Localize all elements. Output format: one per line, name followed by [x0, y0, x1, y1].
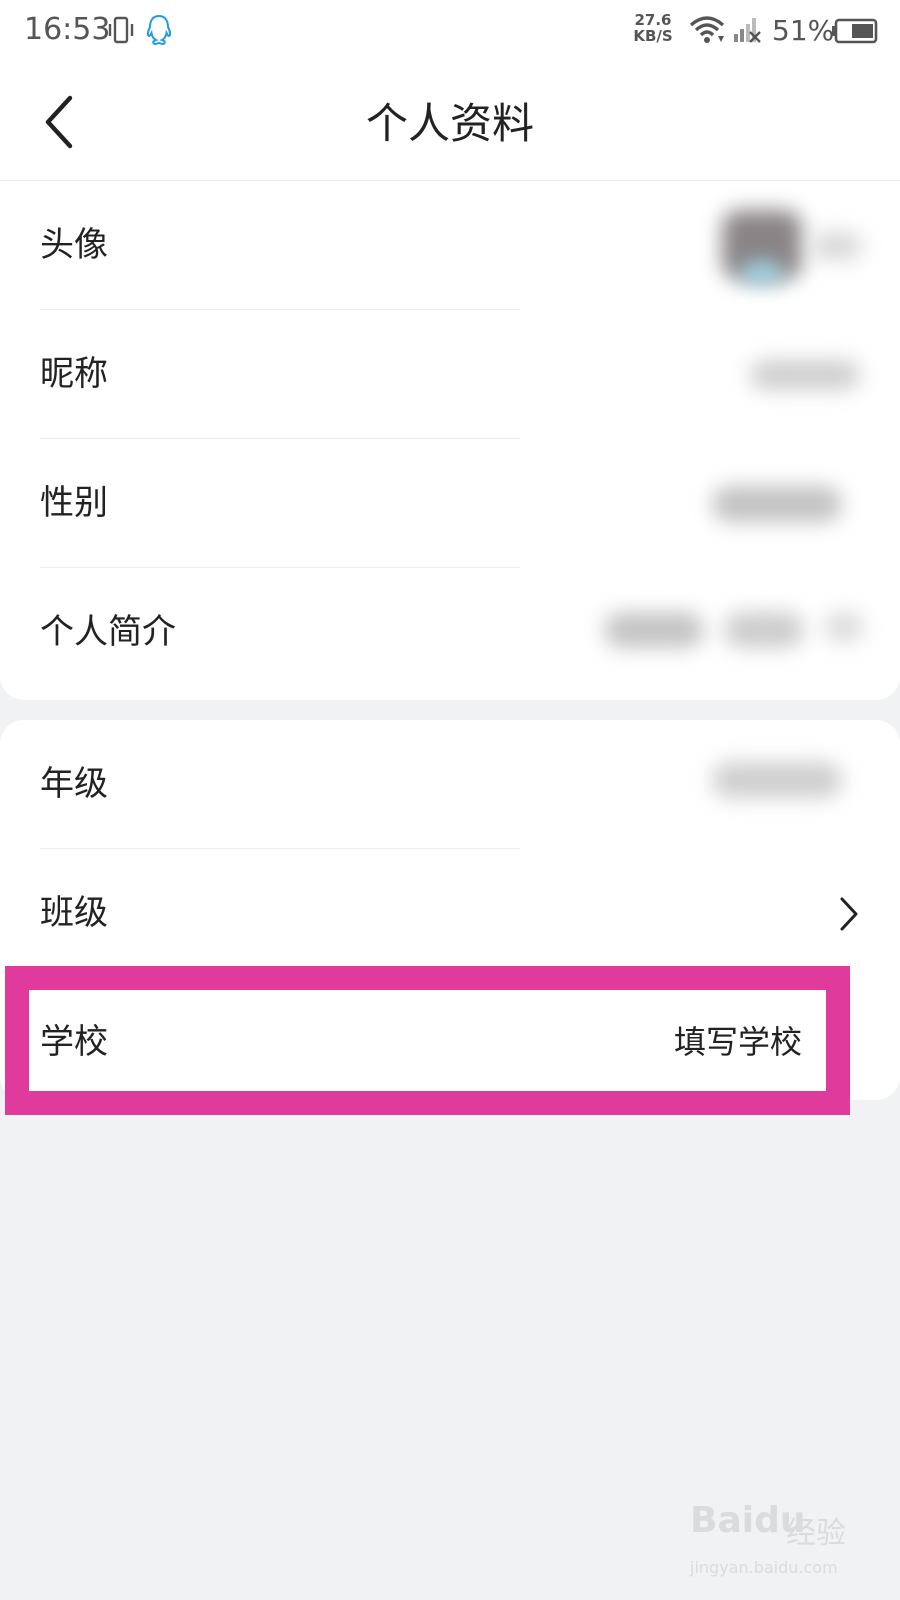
row-label: 班级 [40, 893, 108, 933]
class-row[interactable]: 班级 [0, 849, 900, 978]
bio-value-blur [724, 612, 804, 648]
avatar-image-blur [742, 262, 782, 284]
row-label: 头像 [40, 225, 108, 265]
qq-icon [146, 14, 172, 46]
network-speed: 27.6 KB/S [628, 12, 678, 44]
chevron-right-icon [840, 897, 858, 931]
watermark-text: 经验 [786, 1516, 846, 1551]
network-speed-value: 27.6 [634, 11, 672, 29]
watermark-url: jingyan.baidu.com [690, 1558, 838, 1577]
highlight-box [5, 966, 850, 1115]
nickname-value-blur [750, 360, 860, 390]
battery-percent: 51% [772, 14, 835, 47]
row-label: 性别 [40, 483, 108, 523]
vibrate-icon [108, 16, 134, 44]
battery-icon [832, 18, 878, 44]
row-label: 昵称 [40, 354, 108, 394]
page-header: 个人资料 [0, 62, 900, 181]
logo-text: Bai [690, 1500, 755, 1541]
bio-value-blur [604, 612, 704, 648]
status-time: 16:53 [24, 12, 111, 47]
status-bar: 16:53 27.6 KB/S 51% [0, 0, 900, 62]
network-speed-unit: KB/S [633, 27, 673, 45]
gender-value-blur [712, 486, 842, 522]
baidu-watermark: Baidu 经验 jingyan.baidu.com [690, 1500, 860, 1590]
row-label: 个人简介 [40, 612, 176, 652]
wifi-icon [689, 16, 725, 43]
bio-chevron-blur [824, 612, 864, 642]
signal-icon [734, 18, 761, 43]
row-label: 年级 [40, 764, 108, 804]
avatar-chevron-blur [812, 232, 862, 260]
grade-value-blur [712, 762, 842, 798]
page-title: 个人资料 [365, 99, 534, 148]
